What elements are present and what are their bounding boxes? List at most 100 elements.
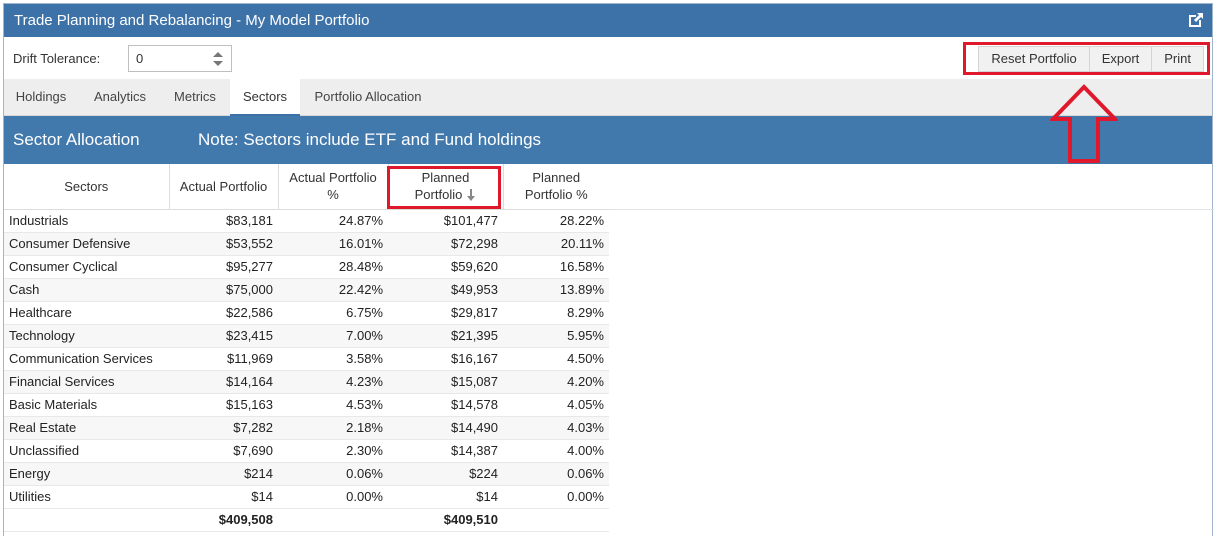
reset-portfolio-button[interactable]: Reset Portfolio — [978, 46, 1090, 72]
cell-sector: Technology — [4, 324, 169, 348]
table-row: Real Estate $7,282 2.18% $14,490 4.03% — [4, 416, 609, 440]
cell-planned-portfolio: $14,578 — [388, 393, 503, 417]
cell-actual-portfolio: $11,969 — [169, 347, 278, 371]
cell-planned-portfolio: $15,087 — [388, 370, 503, 394]
cell-planned-portfolio: $49,953 — [388, 278, 503, 302]
cell-planned-portfolio: $16,167 — [388, 347, 503, 371]
cell-planned-portfolio: $14,387 — [388, 439, 503, 463]
section-title: Sector Allocation — [13, 130, 140, 149]
cell-actual-portfolio-pct: 4.53% — [278, 393, 388, 417]
cell-planned-portfolio-pct: 5.95% — [503, 324, 609, 348]
planned-portfolio-header-label: Planned Portfolio — [414, 170, 470, 203]
cell-planned-portfolio: $14 — [388, 485, 503, 509]
cell-actual-portfolio-pct: 2.18% — [278, 416, 388, 440]
cell-sector: Consumer Defensive — [4, 232, 169, 256]
cell-planned-portfolio-pct: 8.29% — [503, 301, 609, 325]
spinner-icon[interactable] — [213, 52, 223, 66]
export-button[interactable]: Export — [1089, 46, 1153, 72]
cell-actual-portfolio: $75,000 — [169, 278, 278, 302]
tab-analytics[interactable]: Analytics — [80, 79, 160, 116]
drift-tolerance-label: Drift Tolerance: — [13, 51, 101, 66]
cell-actual-portfolio-pct: 6.75% — [278, 301, 388, 325]
table-row: Communication Services $11,969 3.58% $16,16… — [4, 347, 609, 371]
cell-planned-portfolio: $29,817 — [388, 301, 503, 325]
column-header-sectors[interactable]: Sectors — [4, 164, 170, 210]
cell-actual-portfolio-pct: 3.58% — [278, 347, 388, 371]
cell-planned-portfolio: $101,477 — [388, 209, 503, 233]
cell-sector: Communication Services — [4, 347, 169, 371]
cell-planned-portfolio-pct: 16.58% — [503, 255, 609, 279]
cell-planned-portfolio: $224 — [388, 462, 503, 486]
table-row: Consumer Defensive $53,552 16.01% $72,298 20… — [4, 232, 609, 256]
cell-actual-portfolio-pct: 0.00% — [278, 485, 388, 509]
table-header-row: Sectors Actual Portfolio Actual Portfoli… — [4, 164, 609, 210]
cell-planned-portfolio-pct: 28.22% — [503, 209, 609, 233]
sort-descending-icon — [467, 189, 476, 202]
sector-table: Sectors Actual Portfolio Actual Portfoli… — [4, 164, 609, 532]
tab-portfolio-allocation[interactable]: Portfolio Allocation — [304, 79, 432, 116]
cell-actual-portfolio: $53,552 — [169, 232, 278, 256]
totals-row: $409,508 $409,510 — [4, 508, 609, 532]
table-row: Healthcare $22,586 6.75% $29,817 8.29% — [4, 301, 609, 325]
cell-planned-portfolio: $59,620 — [388, 255, 503, 279]
table-row: Energy $214 0.06% $224 0.06% — [4, 462, 609, 486]
total-actual-portfolio: $409,508 — [169, 508, 278, 532]
action-buttons: Reset Portfolio Export Print — [978, 44, 1204, 74]
table-row: Cash $75,000 22.42% $49,953 13.89% — [4, 278, 609, 302]
section-note: Note: Sectors include ETF and Fund holdi… — [198, 130, 542, 149]
column-header-actual-portfolio[interactable]: Actual Portfolio — [169, 164, 279, 210]
column-header-planned-portfolio[interactable]: Planned Portfolio — [388, 164, 504, 210]
tab-holdings[interactable]: Holdings — [4, 79, 78, 116]
cell-sector: Industrials — [4, 209, 169, 233]
popout-icon[interactable] — [1186, 10, 1206, 30]
drift-tolerance-input[interactable]: 0 — [128, 45, 232, 72]
column-header-planned-portfolio-pct[interactable]: Planned Portfolio % — [503, 164, 609, 210]
cell-sector: Utilities — [4, 485, 169, 509]
cell-actual-portfolio-pct: 2.30% — [278, 439, 388, 463]
table-row: Industrials $83,181 24.87% $101,477 28.22% — [4, 209, 609, 233]
cell-sector: Energy — [4, 462, 169, 486]
table-body: Industrials $83,181 24.87% $101,477 28.22% Co… — [4, 209, 609, 532]
section-header: Sector Allocation Note: Sectors include … — [4, 116, 1212, 164]
cell-actual-portfolio-pct: 16.01% — [278, 232, 388, 256]
cell-actual-portfolio: $95,277 — [169, 255, 278, 279]
cell-actual-portfolio: $7,690 — [169, 439, 278, 463]
cell-sector: Basic Materials — [4, 393, 169, 417]
cell-actual-portfolio-pct: 22.42% — [278, 278, 388, 302]
cell-planned-portfolio: $14,490 — [388, 416, 503, 440]
cell-planned-portfolio-pct: 20.11% — [503, 232, 609, 256]
table-row: Unclassified $7,690 2.30% $14,387 4.00% — [4, 439, 609, 463]
header-divider — [609, 209, 1214, 210]
cell-planned-portfolio: $21,395 — [388, 324, 503, 348]
cell-actual-portfolio-pct: 28.48% — [278, 255, 388, 279]
column-header-actual-portfolio-pct[interactable]: Actual Portfolio % — [278, 164, 389, 210]
cell-planned-portfolio-pct: 4.05% — [503, 393, 609, 417]
table-row: Basic Materials $15,163 4.53% $14,578 4.05% — [4, 393, 609, 417]
cell-sector: Real Estate — [4, 416, 169, 440]
total-planned-portfolio-pct — [503, 508, 609, 532]
cell-sector: Financial Services — [4, 370, 169, 394]
cell-planned-portfolio: $72,298 — [388, 232, 503, 256]
cell-planned-portfolio-pct: 4.03% — [503, 416, 609, 440]
cell-actual-portfolio-pct: 7.00% — [278, 324, 388, 348]
cell-sector: Consumer Cyclical — [4, 255, 169, 279]
tab-metrics[interactable]: Metrics — [162, 79, 228, 116]
cell-actual-portfolio: $214 — [169, 462, 278, 486]
tab-sectors[interactable]: Sectors — [230, 79, 300, 116]
title-bar: Trade Planning and Rebalancing - My Mode… — [4, 4, 1212, 37]
table-row: Technology $23,415 7.00% $21,395 5.95% — [4, 324, 609, 348]
cell-planned-portfolio-pct: 4.50% — [503, 347, 609, 371]
cell-planned-portfolio-pct: 4.20% — [503, 370, 609, 394]
cell-planned-portfolio-pct: 4.00% — [503, 439, 609, 463]
table-row: Utilities $14 0.00% $14 0.00% — [4, 485, 609, 509]
cell-sector: Cash — [4, 278, 169, 302]
app-window: Trade Planning and Rebalancing - My Mode… — [3, 3, 1214, 536]
cell-actual-portfolio-pct: 24.87% — [278, 209, 388, 233]
cell-actual-portfolio: $14,164 — [169, 370, 278, 394]
print-button[interactable]: Print — [1152, 46, 1204, 72]
table-row: Financial Services $14,164 4.23% $15,087 4.2… — [4, 370, 609, 394]
total-actual-portfolio-pct — [278, 508, 388, 532]
cell-actual-portfolio: $7,282 — [169, 416, 278, 440]
window-title: Trade Planning and Rebalancing - My Mode… — [14, 12, 370, 29]
cell-planned-portfolio-pct: 0.06% — [503, 462, 609, 486]
